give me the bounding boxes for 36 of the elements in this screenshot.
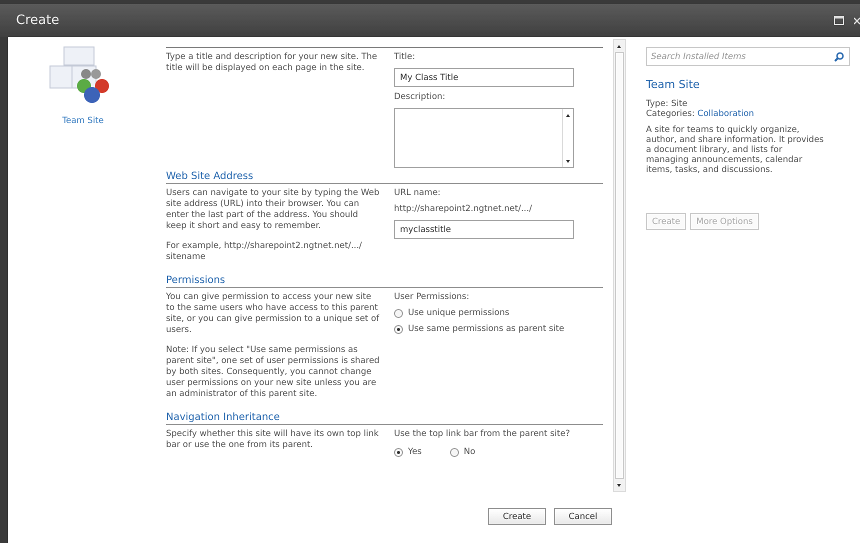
field-label: Title:: [394, 52, 416, 63]
template-item[interactable]: Team Site: [38, 43, 128, 139]
category-link[interactable]: Collaboration: [697, 109, 754, 119]
close-icon[interactable]: [854, 16, 860, 24]
maximize-icon[interactable]: [834, 16, 844, 25]
dialog-button[interactable]: Create: [488, 508, 546, 525]
section-heading: Permissions: [166, 275, 603, 288]
section-description: Users can navigate to your site by typing the Web site address (URL) into their browser. You can enter the last part of the address. You should keep it short and easy to remember.: [166, 188, 380, 232]
search-field[interactable]: Search Installed Items: [646, 47, 850, 66]
dialog-button[interactable]: Cancel: [554, 508, 612, 525]
radio-option[interactable]: No: [450, 447, 476, 457]
section-description: Specify whether this site will have its own top link bar or use the one from its parent.: [166, 429, 380, 451]
radio-option[interactable]: Yes: [394, 447, 422, 457]
item-type: Type: Site: [646, 99, 688, 109]
categories-label: Categories:: [646, 109, 695, 119]
template-name: Team Site: [62, 116, 104, 126]
section-description: You can give permission to access your new site to the same users who have access to this parent site, or you can give permission to a unique set of users.: [166, 292, 380, 336]
field-label: http://sharepoint2.ngtnet.net/.../: [394, 204, 532, 215]
window-title: Create: [16, 13, 60, 28]
field-label: Description:: [394, 92, 446, 103]
scrollbar[interactable]: [613, 39, 626, 492]
radio-option[interactable]: Use same permissions as parent site: [394, 324, 564, 334]
section-description: Note: If you select "Use same permissions as parent site", one set of user permissions is shared by both sites. Consequently, you cannot change user permissions on your new site unless you are an administrator of this parent site.: [166, 345, 380, 400]
search-icon[interactable]: [834, 52, 844, 62]
text-field[interactable]: My Class Title: [394, 68, 574, 87]
item-description: A site for teams to quickly organize, author, and share information. It provides a document library, and lists for managing announcements, calendar items, tasks, and discussions.: [646, 125, 825, 175]
section-heading: Navigation Inheritance: [166, 412, 603, 425]
text-field[interactable]: myclasstitle: [394, 220, 574, 239]
field-label: URL name:: [394, 188, 441, 199]
section-description: Type a title and description for your new site. The title will be displayed on each page in the site.: [166, 52, 378, 74]
radio-option[interactable]: Use unique permissions: [394, 308, 564, 318]
field-label: Use the top link bar from the parent site?: [394, 429, 570, 440]
section-heading: Web Site Address: [166, 171, 603, 184]
section-description: For example, http://sharepoint2.ngtnet.net/.../ sitename: [166, 241, 363, 263]
field-label: User Permissions:: [394, 292, 470, 303]
item-title: Team Site: [646, 78, 701, 91]
